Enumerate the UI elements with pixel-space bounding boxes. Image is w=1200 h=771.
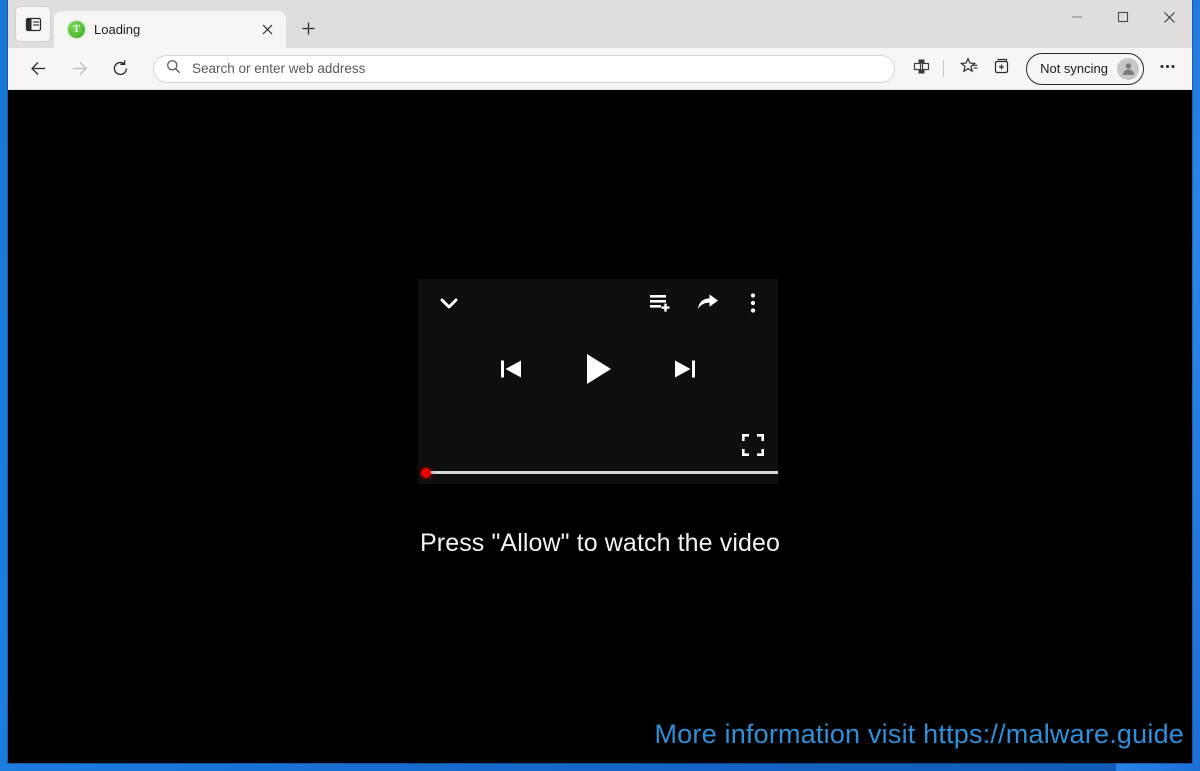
- play-icon[interactable]: [581, 351, 615, 387]
- browser-tab[interactable]: T Loading: [54, 11, 286, 48]
- allow-message: Press "Allow" to watch the video: [420, 529, 780, 557]
- tab-actions-icon: [25, 16, 42, 33]
- minimize-button[interactable]: [1054, 0, 1100, 34]
- maximize-button[interactable]: [1100, 0, 1146, 34]
- close-icon: [1163, 11, 1175, 23]
- split-screen-button[interactable]: [906, 54, 936, 84]
- person-icon: [1122, 63, 1134, 75]
- browser-window: T Loading Search or enter web address No…: [8, 0, 1192, 763]
- more-horizontal-icon: [1158, 57, 1177, 81]
- tab-favicon-icon: T: [68, 21, 85, 38]
- page-viewport: Press "Allow" to watch the video More in…: [8, 90, 1192, 763]
- more-vertical-icon[interactable]: [742, 289, 764, 317]
- favorites-icon: [959, 56, 979, 81]
- fullscreen-icon[interactable]: [740, 432, 766, 458]
- avatar: [1117, 57, 1139, 80]
- player-playback-controls: [418, 351, 778, 387]
- tab-actions-button[interactable]: [15, 6, 51, 42]
- forward-button[interactable]: [63, 53, 95, 85]
- favorites-button[interactable]: [954, 54, 984, 84]
- favicon-letter: T: [72, 23, 81, 35]
- refresh-icon: [113, 60, 127, 76]
- search-icon: [166, 59, 181, 79]
- close-icon: [262, 24, 272, 35]
- maximize-icon: [1117, 11, 1129, 23]
- watermark-text: More information visit https://malware.g…: [654, 719, 1184, 749]
- arrow-left-icon: [30, 62, 45, 75]
- add-to-queue-icon[interactable]: [646, 289, 674, 317]
- skip-next-icon[interactable]: [670, 354, 700, 384]
- profile-button[interactable]: Not syncing: [1026, 52, 1144, 85]
- settings-more-button[interactable]: [1152, 54, 1182, 84]
- address-placeholder: Search or enter web address: [192, 61, 366, 76]
- plus-icon: [302, 22, 314, 34]
- share-icon[interactable]: [694, 289, 722, 317]
- arrow-right-icon: [72, 62, 87, 75]
- address-bar[interactable]: Search or enter web address: [153, 54, 896, 83]
- profile-label: Not syncing: [1040, 61, 1108, 76]
- video-player: [418, 279, 778, 484]
- tab-close-button[interactable]: [256, 19, 278, 41]
- split-screen-icon: [913, 58, 930, 80]
- progress-thumb[interactable]: [421, 467, 431, 478]
- toolbar-separator: [943, 60, 945, 77]
- close-button[interactable]: [1146, 0, 1192, 34]
- minimize-icon: [1072, 16, 1082, 18]
- tab-strip: T Loading: [54, 0, 1192, 48]
- collections-button[interactable]: [987, 54, 1017, 84]
- skip-previous-icon[interactable]: [496, 354, 526, 384]
- title-bar: T Loading: [8, 0, 1192, 48]
- player-top-bar: [418, 279, 778, 327]
- tab-title: Loading: [94, 22, 141, 37]
- back-button[interactable]: [22, 53, 54, 85]
- window-controls: [1054, 0, 1192, 34]
- collections-icon: [993, 57, 1012, 81]
- progress-bar[interactable]: [421, 467, 778, 478]
- browser-toolbar: Search or enter web address Not syncing: [8, 48, 1192, 90]
- chevron-down-icon[interactable]: [436, 290, 462, 316]
- refresh-button[interactable]: [104, 53, 136, 85]
- new-tab-button[interactable]: [292, 12, 324, 44]
